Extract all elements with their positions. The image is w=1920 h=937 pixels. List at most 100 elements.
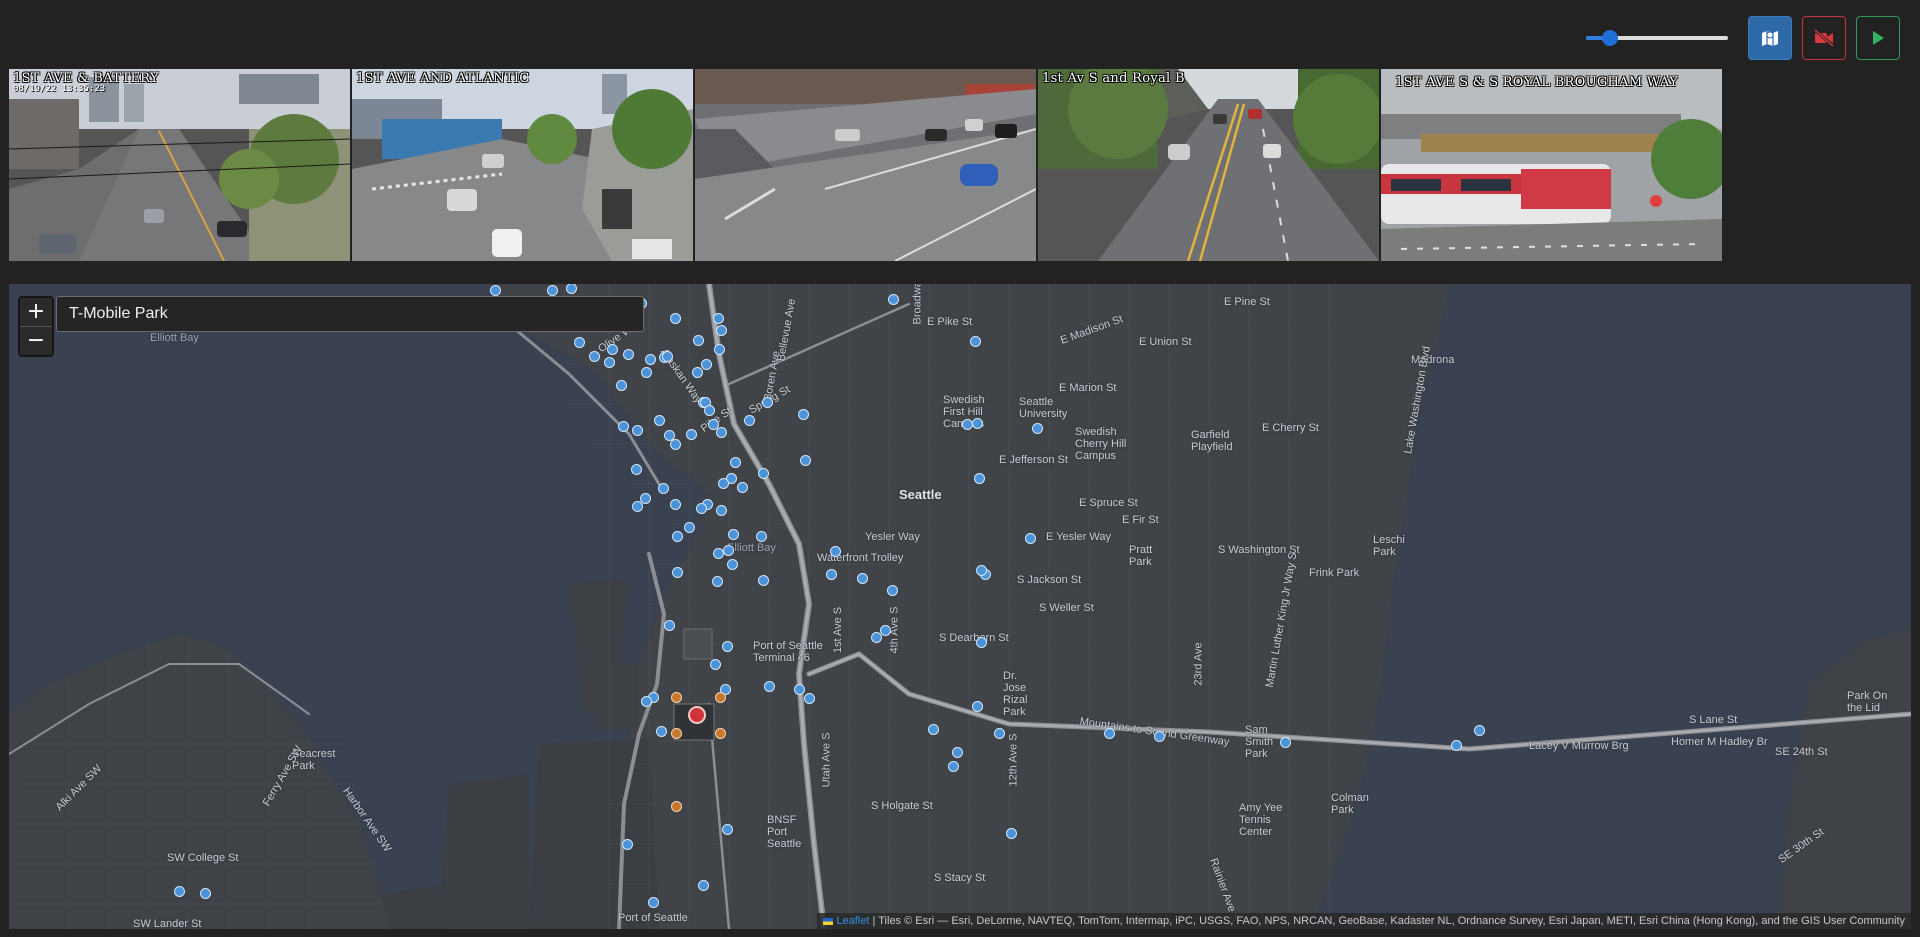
- leaflet-link[interactable]: Leaflet: [836, 915, 869, 927]
- playback-speed-slider[interactable]: [1586, 30, 1728, 46]
- camera-marker[interactable]: [730, 457, 741, 468]
- camera-marker[interactable]: [952, 747, 963, 758]
- camera-marker[interactable]: [589, 351, 600, 362]
- camera-marker[interactable]: [648, 897, 659, 908]
- camera-marker[interactable]: [641, 696, 652, 707]
- camera-marker[interactable]: [1154, 731, 1165, 742]
- camera-marker[interactable]: [756, 531, 767, 542]
- camera-marker[interactable]: [716, 325, 727, 336]
- camera-marker[interactable]: [737, 482, 748, 493]
- camera-marker[interactable]: [888, 294, 899, 305]
- camera-marker[interactable]: [672, 531, 683, 542]
- camera-marker[interactable]: [698, 880, 709, 891]
- camera-marker[interactable]: [547, 285, 558, 296]
- camera-marker[interactable]: [490, 285, 501, 296]
- camera-marker[interactable]: [976, 637, 987, 648]
- camera-marker[interactable]: [622, 839, 633, 850]
- camera-marker[interactable]: [710, 659, 721, 670]
- camera-marker[interactable]: [804, 693, 815, 704]
- zoom-out-button[interactable]: −: [20, 326, 52, 355]
- camera-marker[interactable]: [976, 565, 987, 576]
- camera-marker[interactable]: [200, 888, 211, 899]
- camera-marker[interactable]: [880, 625, 891, 636]
- camera-marker[interactable]: [631, 464, 642, 475]
- camera-marker[interactable]: [662, 351, 673, 362]
- camera-marker[interactable]: [692, 367, 703, 378]
- camera-marker[interactable]: [1104, 728, 1115, 739]
- camera-marker[interactable]: [684, 522, 695, 533]
- camera-marker[interactable]: [928, 724, 939, 735]
- camera-feed-4[interactable]: 1st Av S and Royal B: [1038, 69, 1379, 261]
- camera-marker[interactable]: [664, 620, 675, 631]
- camera-marker[interactable]: [607, 344, 618, 355]
- camera-marker[interactable]: [794, 684, 805, 695]
- camera-marker[interactable]: [994, 728, 1005, 739]
- camera-marker[interactable]: [670, 439, 681, 450]
- camera-marker-active[interactable]: [671, 801, 682, 812]
- camera-marker[interactable]: [887, 585, 898, 596]
- camera-marker[interactable]: [670, 313, 681, 324]
- search-result-marker[interactable]: [688, 706, 706, 724]
- camera-marker[interactable]: [658, 483, 669, 494]
- camera-marker[interactable]: [693, 335, 704, 346]
- camera-marker[interactable]: [723, 545, 734, 556]
- camera-marker[interactable]: [712, 576, 723, 587]
- camera-marker[interactable]: [1032, 423, 1043, 434]
- camera-marker[interactable]: [800, 455, 811, 466]
- camera-off-button[interactable]: [1802, 16, 1846, 60]
- camera-feed-2[interactable]: 1ST AVE AND ATLANTIC: [352, 69, 693, 261]
- camera-marker[interactable]: [686, 429, 697, 440]
- camera-marker[interactable]: [618, 421, 629, 432]
- camera-marker[interactable]: [716, 505, 727, 516]
- play-button[interactable]: [1856, 16, 1900, 60]
- camera-marker[interactable]: [762, 397, 773, 408]
- camera-marker[interactable]: [758, 468, 769, 479]
- camera-marker[interactable]: [948, 761, 959, 772]
- camera-marker[interactable]: [616, 380, 627, 391]
- camera-marker[interactable]: [744, 415, 755, 426]
- camera-marker[interactable]: [713, 313, 724, 324]
- camera-marker[interactable]: [670, 499, 681, 510]
- camera-marker[interactable]: [728, 529, 739, 540]
- camera-marker[interactable]: [722, 641, 733, 652]
- camera-marker[interactable]: [574, 337, 585, 348]
- camera-marker-active[interactable]: [671, 692, 682, 703]
- camera-marker[interactable]: [764, 681, 775, 692]
- camera-marker[interactable]: [640, 493, 651, 504]
- camera-feed-1[interactable]: 1ST AVE & BATTERY 08/19/22 13:35:23: [9, 69, 350, 261]
- camera-marker-active[interactable]: [671, 728, 682, 739]
- slider-thumb[interactable]: [1602, 30, 1619, 46]
- camera-marker[interactable]: [701, 359, 712, 370]
- camera-marker[interactable]: [672, 567, 683, 578]
- camera-marker[interactable]: [645, 354, 656, 365]
- zoom-in-button[interactable]: +: [20, 298, 52, 326]
- camera-marker[interactable]: [623, 349, 634, 360]
- camera-marker[interactable]: [632, 425, 643, 436]
- map-view-button[interactable]: [1748, 16, 1792, 60]
- camera-marker[interactable]: [1025, 533, 1036, 544]
- map[interactable]: Seattle Elliott Bay Elliott Bay E Pike S…: [9, 284, 1911, 929]
- camera-marker[interactable]: [704, 405, 715, 416]
- camera-marker[interactable]: [654, 415, 665, 426]
- camera-marker[interactable]: [1280, 737, 1291, 748]
- camera-marker[interactable]: [641, 367, 652, 378]
- camera-marker[interactable]: [714, 344, 725, 355]
- camera-marker[interactable]: [758, 575, 769, 586]
- camera-marker[interactable]: [716, 427, 727, 438]
- camera-feed-5[interactable]: 1ST AVE S & S ROYAL BROUGHAM WAY: [1381, 69, 1722, 261]
- camera-marker[interactable]: [718, 478, 729, 489]
- camera-marker[interactable]: [1006, 828, 1017, 839]
- camera-marker[interactable]: [656, 726, 667, 737]
- camera-marker-active[interactable]: [715, 692, 726, 703]
- camera-marker[interactable]: [604, 357, 615, 368]
- camera-marker[interactable]: [1451, 740, 1462, 751]
- location-search-input[interactable]: [56, 296, 644, 332]
- camera-marker-active[interactable]: [715, 728, 726, 739]
- camera-marker[interactable]: [826, 569, 837, 580]
- camera-feed-3[interactable]: [695, 69, 1036, 261]
- camera-marker[interactable]: [798, 409, 809, 420]
- camera-marker[interactable]: [174, 886, 185, 897]
- camera-marker[interactable]: [722, 824, 733, 835]
- camera-marker[interactable]: [972, 418, 983, 429]
- camera-marker[interactable]: [1474, 725, 1485, 736]
